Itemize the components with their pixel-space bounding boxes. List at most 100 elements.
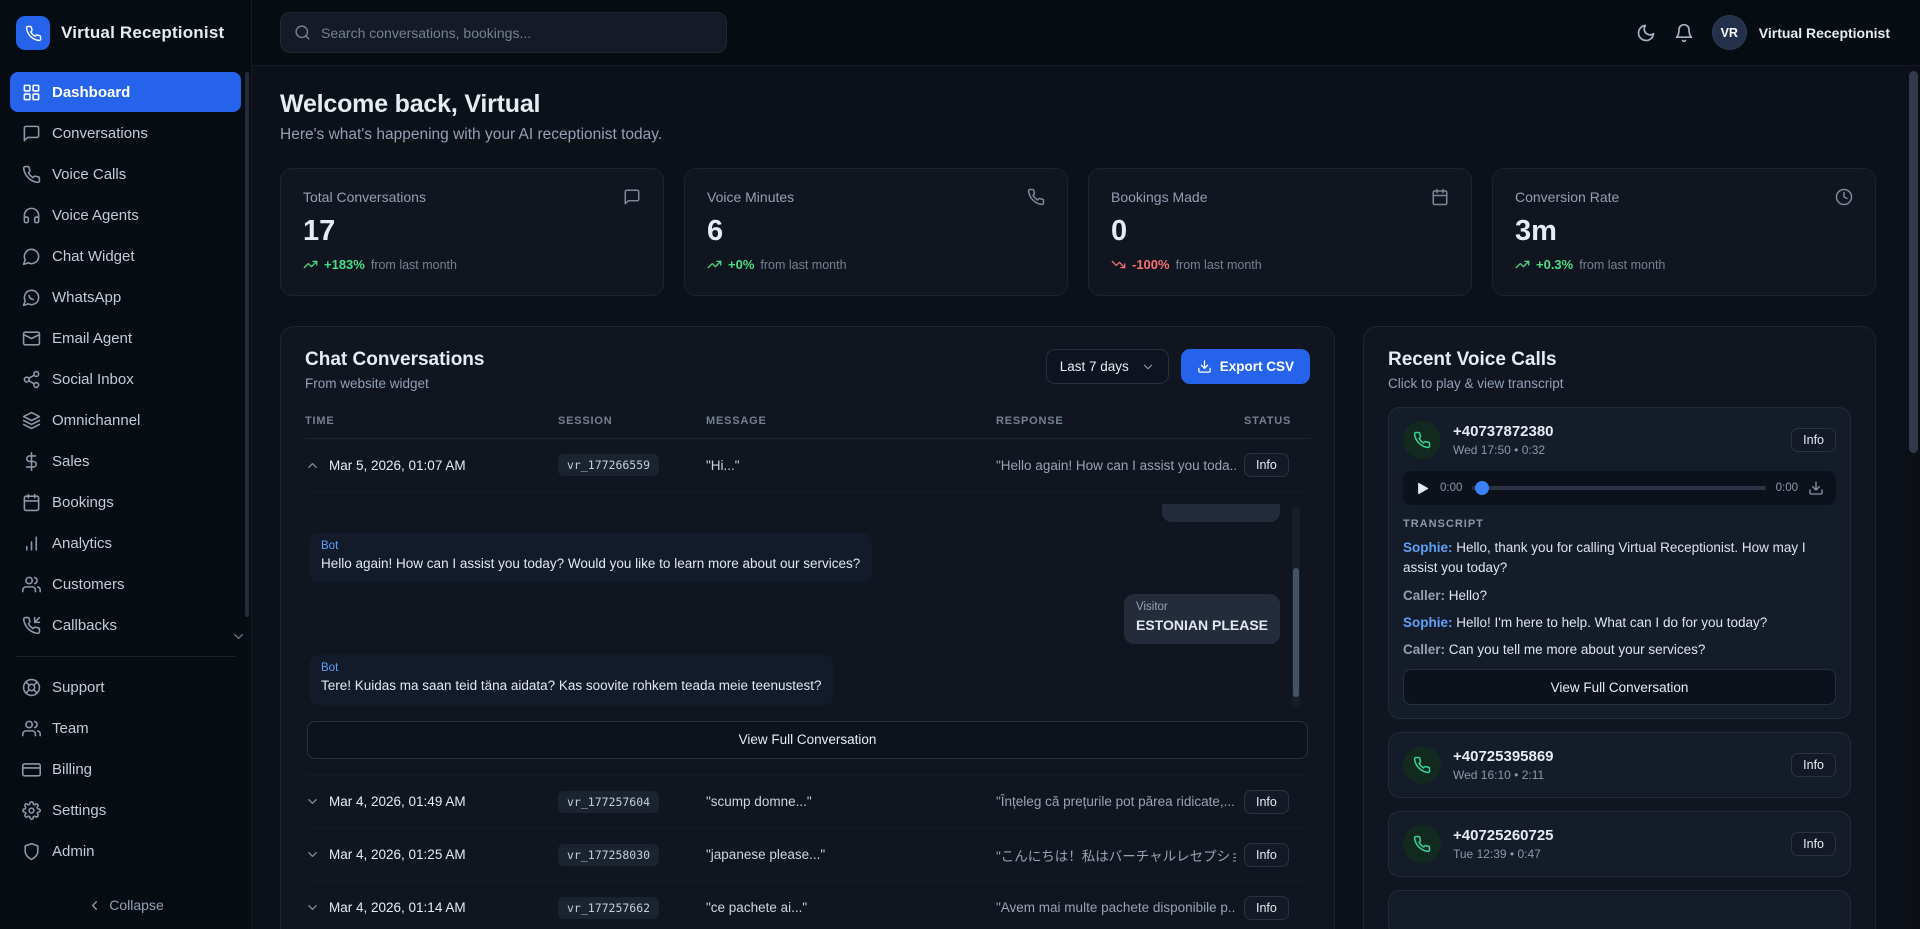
gear-icon [22,801,41,820]
download-icon [1808,480,1824,496]
info-button[interactable]: Info [1244,453,1289,477]
stats-row: Total Conversations 17 +183%from last mo… [280,168,1876,296]
page-scrollbar-thumb[interactable] [1909,71,1918,453]
export-csv-button[interactable]: Export CSV [1181,349,1310,384]
info-button[interactable]: Info [1791,428,1836,452]
sidebar-item-callbacks[interactable]: Callbacks [10,605,241,645]
sidebar-item-dashboard[interactable]: Dashboard [10,72,241,112]
nav-label: Support [52,679,105,696]
sidebar-item-support[interactable]: Support [10,667,241,707]
sidebar-item-team[interactable]: Team [10,708,241,748]
theme-toggle-button[interactable] [1636,23,1656,43]
session-id: vr_177266559 [558,454,659,476]
transcript-line: Caller: Can you tell me more about your … [1403,640,1836,660]
info-button[interactable]: Info [1244,896,1289,920]
search-input[interactable] [321,25,713,41]
seek-slider[interactable] [1472,486,1765,490]
stat-card-voice-minutes: Voice Minutes 6 +0%from last month [684,168,1068,296]
layers-icon [22,411,41,430]
whatsapp-icon [22,288,41,307]
sidebar-item-admin[interactable]: Admin [10,831,241,871]
bot-message-bubble: Bot Hello again! How can I assist you to… [309,533,872,583]
headphones-icon [22,206,41,225]
content-row: Chat Conversations From website widget L… [280,326,1876,929]
stat-note: from last month [1176,258,1262,272]
mail-icon [22,329,41,348]
transcript-text: Can you tell me more about your services… [1449,642,1706,657]
download-icon [1197,359,1212,374]
table-row[interactable]: Mar 4, 2026, 01:14 AM vr_177257662 "ce p… [305,882,1310,929]
voice-call-card[interactable]: +40725395869 Wed 16:10 • 2:11 Info [1388,732,1851,798]
sidebar-item-omnichannel[interactable]: Omnichannel [10,400,241,440]
stat-value: 17 [303,215,641,248]
call-meta: Wed 16:10 • 2:11 [1453,768,1554,782]
session-id: vr_177257662 [558,897,659,919]
sidebar-item-bookings[interactable]: Bookings [10,482,241,522]
chevron-up-icon[interactable] [305,458,320,473]
notifications-button[interactable] [1674,23,1694,43]
sidebar-item-social-inbox[interactable]: Social Inbox [10,359,241,399]
dollar-icon [22,452,41,471]
sidebar-item-email-agent[interactable]: Email Agent [10,318,241,358]
collapse-button[interactable]: Collapse [0,897,251,913]
speaker-label: Sophie: [1403,615,1453,630]
stat-label: Bookings Made [1111,189,1208,205]
sidebar-item-chat-widget[interactable]: Chat Widget [10,236,241,276]
sidebar-item-whatsapp[interactable]: WhatsApp [10,277,241,317]
chat-panel-title: Chat Conversations [305,349,484,371]
view-full-conversation-button[interactable]: View Full Conversation [1403,669,1836,705]
bell-icon [1674,23,1694,43]
trend-up-icon [1515,257,1530,272]
speaker-label: Caller: [1403,642,1445,657]
stat-card-total-conversations: Total Conversations 17 +183%from last mo… [280,168,664,296]
clock-icon [1835,188,1853,206]
sidebar-item-customers[interactable]: Customers [10,564,241,604]
sidebar-scrollbar-thumb[interactable] [245,72,249,617]
main-column: VR Virtual Receptionist Welcome back, Vi… [252,0,1920,929]
slider-knob[interactable] [1475,481,1489,495]
page-subtitle: Here's what's happening with your AI rec… [280,126,1876,144]
voice-call-card[interactable]: +40725260725 Tue 12:39 • 0:47 Info [1388,811,1851,877]
recent-voice-calls-panel: Recent Voice Calls Click to play & view … [1363,326,1876,929]
session-id: vr_177258030 [558,844,659,866]
play-button[interactable] [1415,481,1430,496]
row-time: Mar 4, 2026, 01:49 AM [329,794,466,809]
sidebar-item-voice-calls[interactable]: Voice Calls [10,154,241,194]
user-avatar[interactable]: VR [1712,15,1747,50]
view-full-conversation-button[interactable]: View Full Conversation [307,721,1308,759]
voice-panel-subtitle: Click to play & view transcript [1388,376,1851,391]
table-row[interactable]: Mar 4, 2026, 01:49 AM vr_177257604 "scum… [305,776,1310,829]
sidebar-nav: Dashboard Conversations Voice Calls Voic… [0,66,251,646]
info-button[interactable]: Info [1791,832,1836,856]
stat-label: Total Conversations [303,189,426,205]
sidebar-item-voice-agents[interactable]: Voice Agents [10,195,241,235]
nav-label: Social Inbox [52,371,134,388]
nav-label: Settings [52,802,106,819]
voice-call-card-partial[interactable] [1388,890,1851,929]
stat-card-bookings-made: Bookings Made 0 -100%from last month [1088,168,1472,296]
table-row[interactable]: Mar 4, 2026, 01:25 AM vr_177258030 "japa… [305,829,1310,882]
chevron-down-icon[interactable] [305,900,320,915]
sidebar-item-billing[interactable]: Billing [10,749,241,789]
call-meta: Wed 17:50 • 0:32 [1453,443,1554,457]
sidebar-item-sales[interactable]: Sales [10,441,241,481]
message-text: ESTONIAN PLEASE [1136,616,1268,635]
info-button[interactable]: Info [1244,790,1289,814]
sidebar-item-settings[interactable]: Settings [10,790,241,830]
expanded-conversation: Bot Hello again! How can I assist you to… [305,492,1310,776]
nav-label: Chat Widget [52,248,135,265]
info-button[interactable]: Info [1244,843,1289,867]
chevron-down-icon[interactable] [305,794,320,809]
voice-panel-title: Recent Voice Calls [1388,349,1851,371]
chat-scrollbar-thumb[interactable] [1293,568,1299,696]
sidebar-item-conversations[interactable]: Conversations [10,113,241,153]
chat-scrollbar [1292,506,1300,707]
calendar-icon [1431,188,1449,206]
date-range-select[interactable]: Last 7 days [1046,349,1169,384]
table-row[interactable]: Mar 5, 2026, 01:07 AM vr_177266559 "Hi..… [305,439,1310,492]
info-button[interactable]: Info [1791,753,1836,777]
download-recording-button[interactable] [1808,480,1824,496]
chevron-down-icon[interactable] [305,847,320,862]
conversations-icon [22,124,41,143]
sidebar-item-analytics[interactable]: Analytics [10,523,241,563]
